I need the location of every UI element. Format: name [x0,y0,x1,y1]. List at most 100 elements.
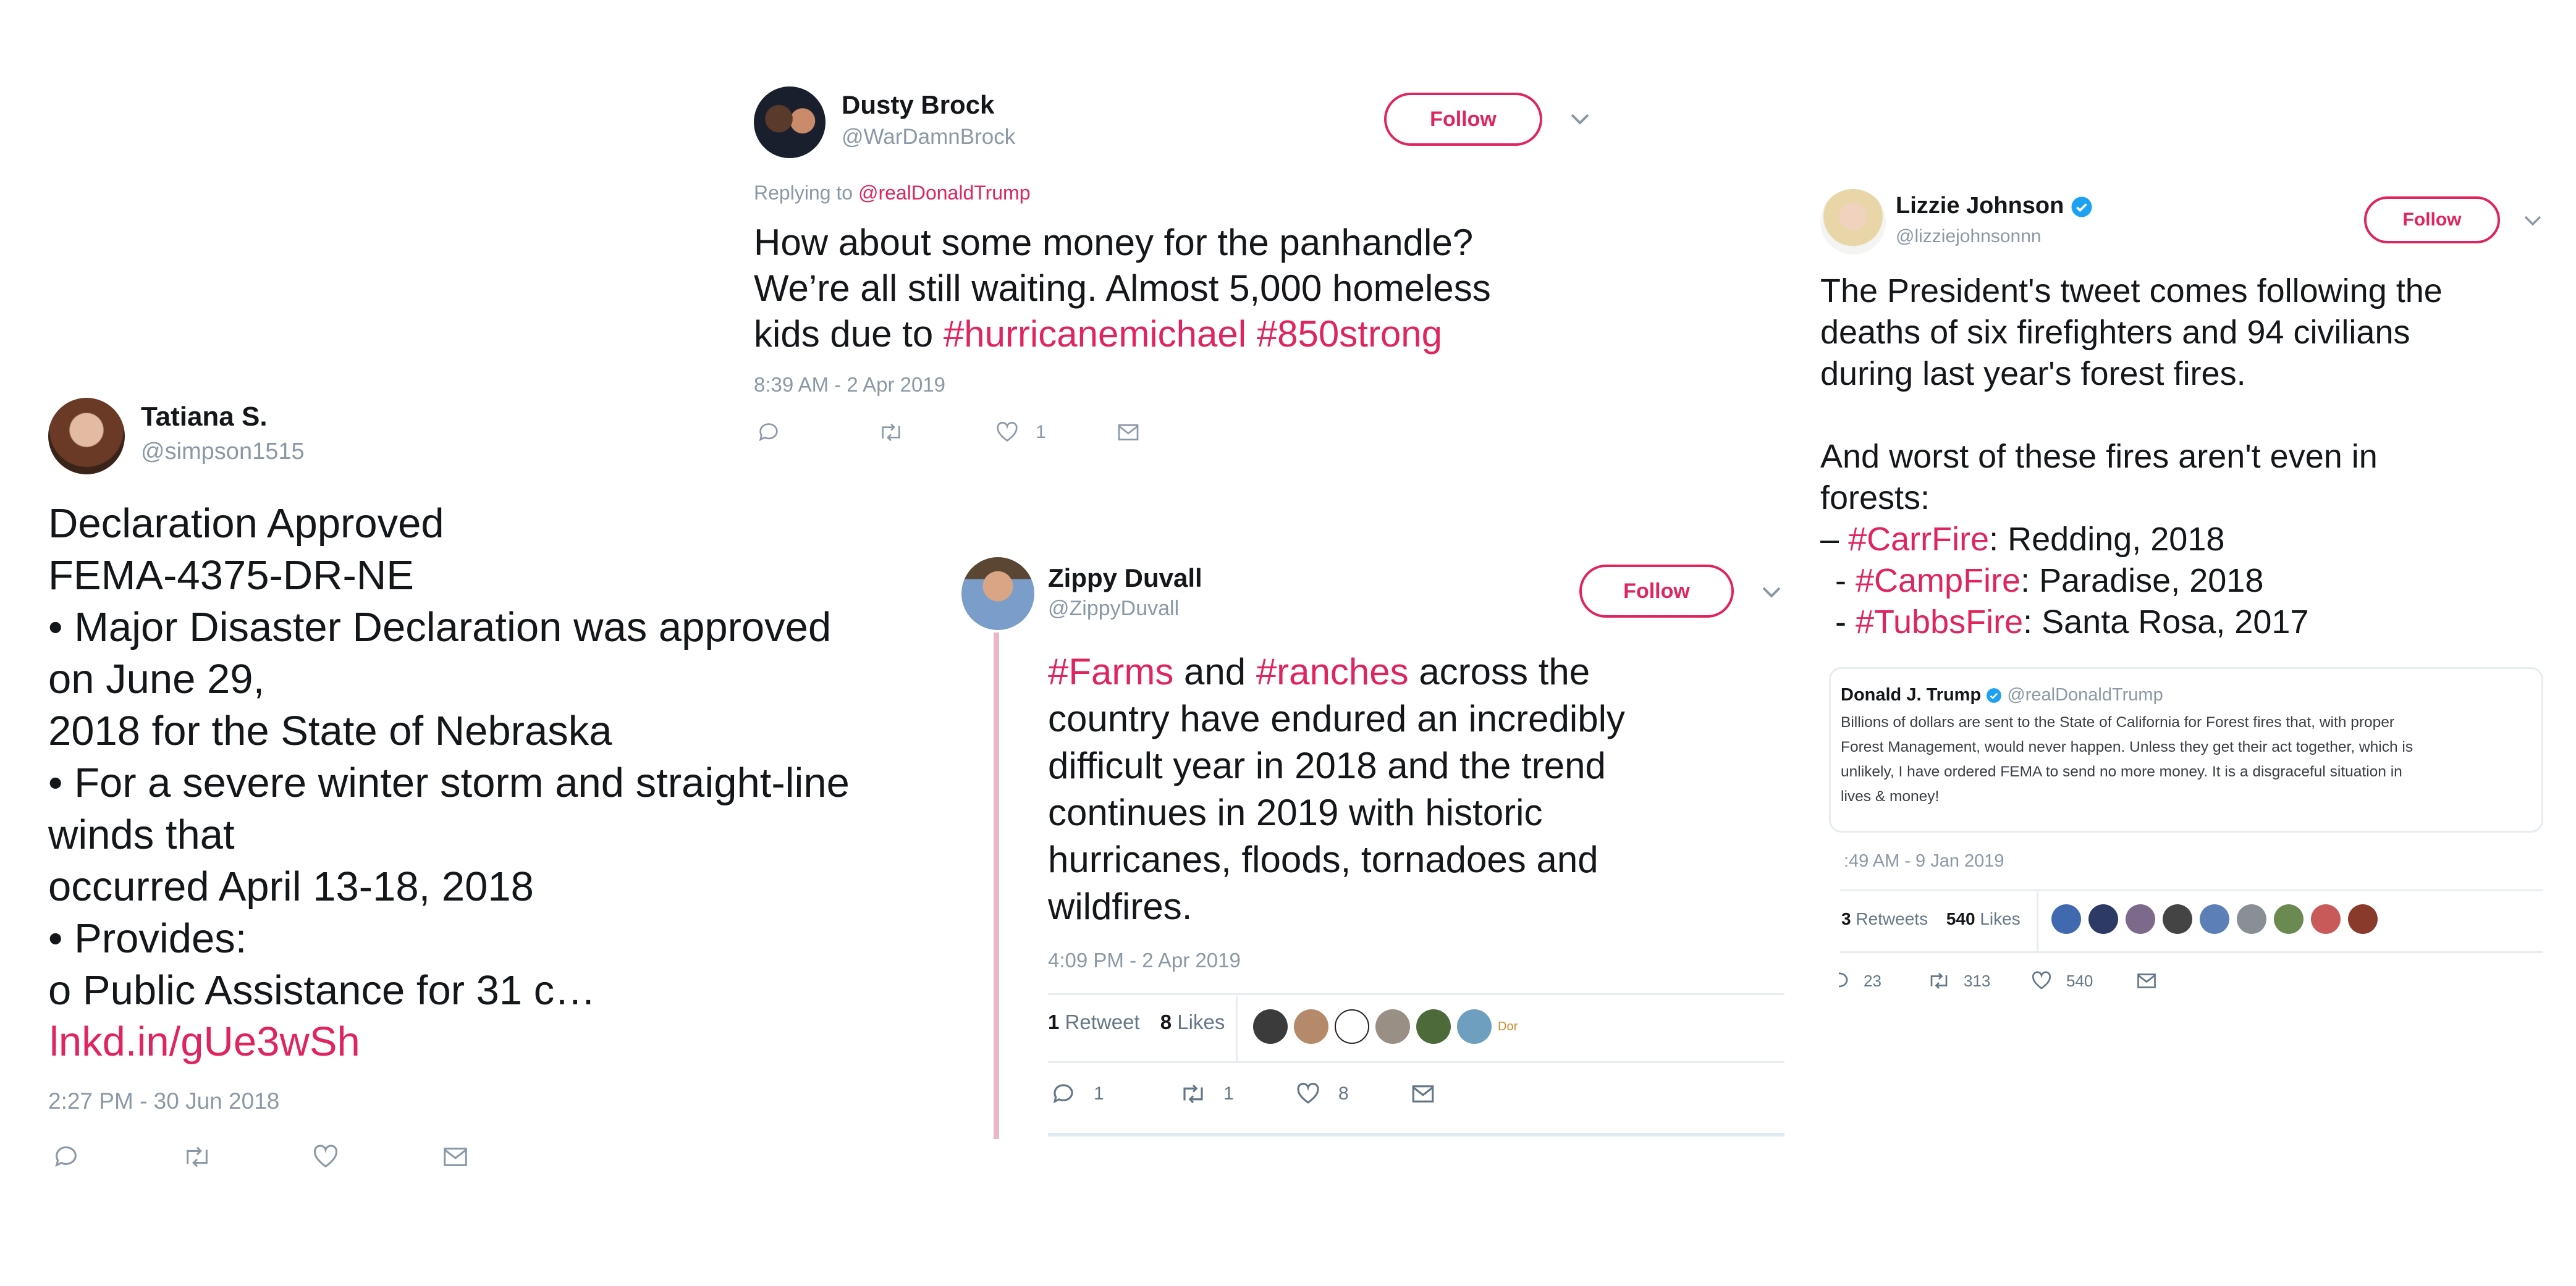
tweet-text: The President's tweet comes following th… [1820,271,2443,643]
author-name[interactable]: Zippy Duvall [1048,563,1202,593]
retweet-button[interactable]: 313 [1927,970,2030,992]
message-button[interactable] [1116,420,1141,445]
liker-avatar[interactable] [1416,1009,1451,1044]
quoted-handle[interactable]: @realDonaldTrump [2007,685,2163,705]
divider [1840,889,2543,891]
hashtag-850strong[interactable]: #850strong [1257,313,1442,355]
fire-list-item: - #TubbsFire: Santa Rosa, 2017 [1835,603,2309,641]
author-handle[interactable]: @simpson1515 [141,439,305,465]
tweet-timestamp[interactable]: 4:09 PM - 2 Apr 2019 [1048,949,1241,972]
retweet-button[interactable] [877,420,995,445]
retweet-count[interactable]: 3 Retweets [1841,909,1928,928]
author-handle[interactable]: @ZippyDuvall [1048,597,1179,621]
message-button[interactable] [1410,1081,1436,1107]
reply-icon [1839,972,1848,988]
retweet-icon [187,1146,208,1167]
liker-avatar[interactable] [2348,904,2378,934]
liker-avatar[interactable] [2237,904,2266,934]
likers-avatars [2051,904,2378,934]
hashtag-hurricanemichael[interactable]: #hurricanemichael [944,313,1246,355]
hashtag-carrfire[interactable]: #CarrFire [1848,521,1989,558]
avatar-dusty[interactable] [754,86,826,158]
tweet-text-line: • Major Disaster Declaration was approve… [48,604,832,650]
chevron-down-icon[interactable] [1761,586,1782,599]
reply-button[interactable] [756,420,877,445]
liker-avatar[interactable] [2274,904,2304,934]
message-button[interactable] [441,1143,470,1171]
hashtag-farms[interactable]: #Farms [1048,651,1173,692]
replying-to-link[interactable]: @realDonaldTrump [858,182,1031,204]
text-segment: across the [1419,651,1590,692]
tweet-text-line: continues in 2019 with historic [1048,792,1543,833]
avatar-lizzie[interactable] [1820,189,1886,254]
quoted-name[interactable]: Donald J. Trump [1841,685,1981,705]
like-button[interactable]: 8 [1295,1081,1410,1107]
tweet-text: Declaration Approved FEMA-4375-DR-NE • Maj… [48,498,850,1017]
liker-avatar[interactable] [2311,904,2341,934]
liker-avatar[interactable] [1457,1009,1492,1044]
liker-avatar[interactable] [1294,1009,1328,1044]
author-name[interactable]: Lizzie Johnson [1896,193,2093,219]
author-name[interactable]: Tatiana S. [141,401,268,432]
avatar-tatiana[interactable] [48,398,125,474]
chevron-down-icon[interactable] [1569,112,1590,126]
reply-button[interactable]: 1 [1050,1081,1179,1107]
liker-avatar[interactable] [2163,904,2192,934]
liker-tag[interactable]: Dor [1498,1020,1518,1034]
author-handle[interactable]: @lizziejohnsonnn [1896,226,2042,247]
author-name[interactable]: Dusty Brock [842,90,994,120]
tweet-text-line: Declaration Approved [48,500,444,547]
reply-button[interactable]: 23 [1839,970,1927,992]
tweet-text-line: deaths of six firefighters and 94 civili… [1820,314,2410,351]
retweet-button[interactable] [182,1143,311,1171]
text-segment: kids due to [754,313,934,355]
retweet-icon [1930,973,1948,989]
reply-button[interactable] [52,1143,182,1171]
follow-button[interactable]: Follow [1579,565,1734,618]
divider [1048,1061,1784,1063]
quoted-text: Billions of dollars are sent to the Stat… [1841,714,2413,805]
quoted-tweet[interactable]: Donald J. Trump @realDonaldTrump Billion… [1829,667,2543,833]
message-button[interactable] [2135,970,2158,992]
tweet-link[interactable]: lnkd.in/gUe3wSh [49,1016,360,1068]
hashtag-tubbsfire[interactable]: #TubbsFire [1856,603,2023,641]
like-button[interactable]: 540 [2030,970,2135,992]
chevron-down-icon[interactable] [2523,215,2542,227]
retweet-button[interactable]: 1 [1179,1081,1295,1107]
hashtag-ranches[interactable]: #ranches [1256,651,1409,692]
like-count-stat[interactable]: 540 Likes [1946,909,2021,928]
follow-button[interactable]: Follow [2364,196,2500,243]
author-handle[interactable]: @WarDamnBrock [842,125,1015,149]
retweet-count[interactable]: 1 Retweet [1048,1011,1140,1033]
liker-avatar[interactable] [1375,1009,1410,1044]
tweet-actions [52,1143,470,1171]
tweet-text-line: 2018 for the State of Nebraska [48,708,612,754]
tweet-text-line: FEMA-4375-DR-NE [48,552,414,599]
like-count: 1 [1036,422,1046,442]
tweet-text-line: forests: [1820,479,1930,516]
engagement-stats: 1 Retweet 8 Likes [1048,1011,1225,1034]
divider [1048,993,1784,995]
tweet-text-line: o Public Assistance for 31 c… [48,967,596,1014]
liker-avatar[interactable] [1253,1009,1288,1044]
tweet-text-line: hurricanes, floods, tornadoes and [1048,839,1598,880]
hashtag-campfire[interactable]: #CampFire [1856,562,2021,599]
liker-avatar[interactable] [2051,904,2081,934]
like-count-stat[interactable]: 8 Likes [1160,1011,1225,1033]
tweet-timestamp[interactable]: 8:39 AM - 2 Apr 2019 [754,373,945,397]
liker-avatar[interactable] [2088,904,2118,934]
like-button[interactable] [311,1143,441,1171]
liker-avatar[interactable] [2126,904,2155,934]
liker-avatar[interactable] [1335,1009,1369,1044]
mail-icon [1118,424,1139,440]
avatar-zippy[interactable] [961,557,1034,630]
liker-avatar[interactable] [2200,904,2229,934]
tweet-timestamp[interactable]: 2:27 PM - 30 Jun 2018 [48,1088,279,1114]
verified-badge-icon [2071,196,2092,217]
follow-button[interactable]: Follow [1384,93,1542,146]
tweet-timestamp[interactable]: :49 AM - 9 Jan 2019 [1844,851,2004,872]
like-button[interactable]: 1 [995,420,1116,445]
verified-badge-icon [1987,688,2002,704]
heart-icon [997,422,1018,442]
tweet-text-line: occurred April 13-18, 2018 [48,864,534,910]
